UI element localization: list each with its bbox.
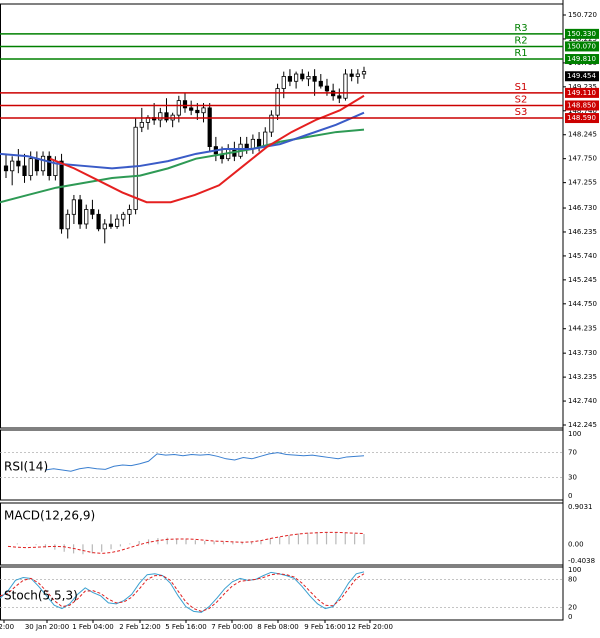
level-price-label: 149.810 (567, 55, 596, 63)
candle-body (40, 155, 46, 172)
price-tick-label: 145.245 (568, 276, 597, 284)
candle-body (355, 73, 360, 77)
candle-body (90, 209, 95, 215)
stoch-tick-label: 20 (568, 604, 577, 612)
level-name-s1: S1 (515, 82, 528, 93)
level-name-s2: S2 (515, 94, 528, 105)
macd-tick-label: 0.9031 (568, 503, 593, 511)
level-price-label: 148.590 (567, 114, 596, 122)
ma-red-line (49, 94, 365, 204)
chart-svg: 150.720150.225149.730149.235148.740148.2… (0, 0, 599, 631)
candle-body (195, 109, 200, 114)
price-tick-label: 144.235 (568, 325, 597, 333)
candle-body (59, 160, 64, 230)
candle-body (71, 199, 76, 215)
candle-body (158, 112, 163, 121)
candle-body (34, 158, 39, 172)
candle-body (108, 223, 114, 227)
macd-label: MACD(12,26,9) (4, 509, 95, 523)
candle-body (10, 160, 15, 172)
candle-body (207, 107, 212, 147)
candle-body (300, 73, 305, 80)
current-price-label: 149.454 (567, 72, 596, 80)
stoch-tick-label: 0 (568, 613, 572, 621)
price-tick-label: 145.740 (568, 252, 597, 260)
candle-body (65, 213, 70, 230)
candle-body (22, 165, 27, 177)
candle-body (102, 223, 107, 230)
level-price-label: 148.850 (567, 101, 596, 109)
stoch-tick-label: 100 (568, 566, 581, 574)
macd-tick-label: -0.4038 (568, 557, 595, 565)
time-tick-label: 7 Feb 00:00 (211, 623, 252, 631)
candle-body (176, 100, 181, 116)
level-price-label: 150.070 (567, 42, 596, 50)
candle-body (189, 107, 194, 111)
price-tick-label: 146.235 (568, 228, 597, 236)
candle-body (16, 160, 21, 167)
level-price-label: 149.110 (567, 89, 596, 97)
candle-body (306, 76, 311, 80)
stoch-tick-label: 80 (568, 575, 577, 583)
pane-frame-rsi (0, 429, 564, 501)
candle-body (361, 71, 367, 75)
candle-body (139, 121, 144, 128)
candle-body (318, 80, 323, 87)
rsi-tick-label: 100 (568, 430, 581, 438)
candle-body (121, 213, 126, 220)
price-tick-label: 144.750 (568, 300, 597, 308)
candle-body (77, 199, 83, 225)
level-name-r1: R1 (514, 48, 527, 59)
candle-body (84, 209, 89, 225)
candle-body (96, 213, 101, 230)
price-tick-label: 142.245 (568, 421, 597, 429)
time-tick-label: 8 Feb 08:00 (257, 623, 298, 631)
time-tick-label: 30 Jan 20:00 (25, 623, 69, 631)
candle-body (164, 112, 169, 121)
price-tick-label: 143.730 (568, 349, 597, 357)
price-tick-label: 147.750 (568, 155, 597, 163)
level-name-r3: R3 (514, 23, 527, 34)
level-price-label: 150.330 (567, 30, 596, 38)
rsi-label: RSI(14) (4, 460, 48, 474)
level-name-s3: S3 (515, 107, 528, 118)
candle-body (349, 73, 354, 77)
price-tick-label: 147.255 (568, 179, 597, 187)
rsi-tick-label: 30 (568, 473, 577, 481)
candle-body (115, 218, 120, 227)
candle-body (182, 100, 188, 109)
rsi-tick-label: 0 (568, 492, 572, 500)
candle-body (3, 165, 9, 172)
candle-body (127, 209, 132, 215)
forex-chart[interactable]: 150.720150.225149.730149.235148.740148.2… (0, 0, 600, 634)
price-tick-label: 143.235 (568, 373, 597, 381)
rsi-tick-label: 70 (568, 449, 577, 457)
time-tick-label: 1 Feb 04:00 (72, 623, 113, 631)
level-name-r2: R2 (514, 35, 527, 46)
rsi-line (44, 452, 365, 472)
stoch-label: Stoch(5,5,3) (4, 589, 78, 603)
candle-body (201, 107, 206, 114)
time-tick-label: 2 Feb 12:00 (119, 623, 160, 631)
candle-body (294, 73, 299, 82)
candle-body (324, 85, 330, 92)
candle-body (281, 76, 286, 89)
price-tick-label: 142.740 (568, 397, 597, 405)
candle-body (312, 76, 317, 82)
candle-body (343, 73, 348, 99)
time-tick-label: 5 Feb 16:00 (165, 623, 206, 631)
candle-body (28, 158, 33, 177)
macd-tick-label: 0.00 (568, 540, 584, 548)
price-tick-label: 150.720 (568, 11, 597, 19)
candle-body (256, 138, 262, 147)
time-tick-label: 12 Feb 20:00 (347, 623, 393, 631)
time-tick-label: 12:00 (0, 623, 14, 631)
candle-body (287, 76, 293, 82)
price-tick-label: 146.730 (568, 204, 597, 212)
time-tick-label: 9 Feb 16:00 (304, 623, 345, 631)
candle-body (337, 95, 342, 99)
price-tick-label: 148.245 (568, 131, 597, 139)
